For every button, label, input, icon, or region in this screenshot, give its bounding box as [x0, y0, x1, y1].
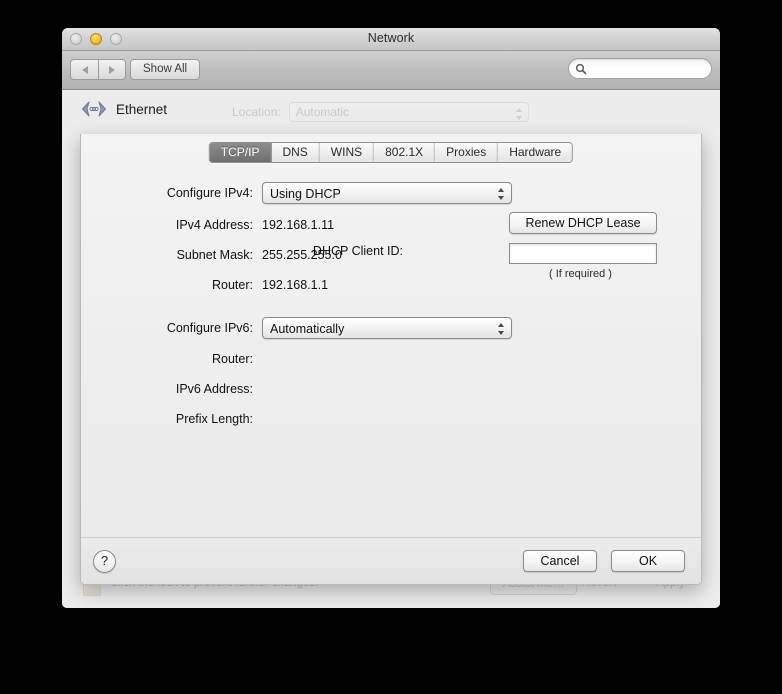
renew-dhcp-lease-button[interactable]: Renew DHCP Lease [509, 212, 657, 234]
forward-button[interactable] [98, 59, 126, 80]
router-row: Router: 192.168.1.1 [81, 278, 328, 292]
network-preferences-window: Network Show All Ethernet Location: Auto… [62, 28, 720, 608]
ipv4-address-row: IPv4 Address: 192.168.1.11 [81, 218, 334, 232]
dhcp-client-id-input[interactable] [510, 244, 656, 263]
preference-pane-content: Ethernet Location: Automatic Wi-Fi [62, 90, 720, 608]
chevron-updown-icon [515, 107, 523, 121]
back-button[interactable] [70, 59, 98, 80]
router-value: 192.168.1.1 [262, 278, 329, 292]
configure-ipv6-value: Automatically [270, 322, 345, 336]
sheet-body: TCP/IP DNS WINS 802.1X Proxies Hardware … [81, 134, 701, 538]
location-row: Location: Automatic [232, 102, 529, 122]
configure-ipv6-label: Configure IPv6: [166, 321, 253, 335]
ok-button[interactable]: OK [611, 550, 685, 572]
cancel-button[interactable]: Cancel [523, 550, 597, 572]
location-value: Automatic [295, 105, 350, 119]
chevron-updown-icon [498, 187, 505, 201]
ipv6-router-label: Router: [212, 352, 253, 366]
tcpip-settings-sheet: TCP/IP DNS WINS 802.1X Proxies Hardware … [80, 134, 702, 585]
router-label: Router: [212, 278, 253, 292]
service-identity: Ethernet [80, 100, 167, 118]
configure-ipv4-value: Using DHCP [270, 187, 341, 201]
ethernet-icon [82, 101, 106, 117]
ipv6-address-row: IPv6 Address: [81, 382, 262, 396]
forward-arrow-icon [109, 65, 115, 74]
tab-dns[interactable]: DNS [271, 143, 320, 162]
tab-hardware[interactable]: Hardware [498, 143, 573, 162]
tab-tcpip[interactable]: TCP/IP [209, 143, 272, 162]
ipv6-address-label: IPv6 Address: [175, 382, 253, 396]
show-all-button[interactable]: Show All [130, 59, 201, 80]
service-name-label: Ethernet [116, 101, 168, 117]
tab-proxies[interactable]: Proxies [435, 143, 499, 162]
dhcp-client-id-hint: ( If required ) [549, 268, 612, 280]
nav-segmented-control [70, 59, 126, 80]
chevron-updown-icon [498, 322, 505, 336]
configure-ipv4-label: Configure IPv4: [166, 186, 253, 200]
tab-8021x[interactable]: 802.1X [374, 143, 436, 162]
back-arrow-icon [81, 65, 88, 74]
configure-ipv4-field-row: Configure IPv4: Using DHCP [81, 182, 512, 204]
ipv6-router-row: Router: [81, 352, 262, 366]
prefix-length-label: Prefix Length: [175, 412, 253, 426]
window-title: Network [367, 31, 415, 45]
configure-ipv6-field-row: Configure IPv6: Automatically [81, 317, 512, 339]
configure-ipv4-popup-button[interactable]: Using DHCP [262, 182, 512, 204]
tab-wins[interactable]: WINS [319, 143, 375, 162]
prefix-length-row: Prefix Length: [81, 412, 262, 426]
sheet-help-button[interactable]: ? [93, 550, 116, 573]
dhcp-client-id-label: DHCP Client ID: [312, 244, 403, 258]
dhcp-client-id-field[interactable] [509, 243, 657, 264]
dhcp-client-id-row: DHCP Client ID: [281, 244, 412, 258]
desktop-background: Network Show All Ethernet Location: Auto… [0, 0, 782, 694]
pane-header: Ethernet Location: Automatic [62, 90, 720, 134]
search-input[interactable] [591, 59, 703, 80]
ipv4-address-value: 192.168.1.11 [262, 218, 335, 232]
tcpip-form: Configure IPv4: Using DHCP IPv4 Address: [81, 174, 701, 492]
subnet-mask-label: Subnet Mask: [176, 248, 253, 262]
sheet-tab-bar: TCP/IP DNS WINS 802.1X Proxies Hardware [208, 142, 574, 163]
search-icon [575, 63, 587, 75]
window-toolbar: Show All [62, 51, 720, 90]
location-label: Location: [232, 105, 281, 119]
sheet-button-bar: ? Cancel OK [81, 537, 701, 584]
configure-ipv6-popup-button[interactable]: Automatically [262, 317, 512, 339]
search-field[interactable] [568, 58, 712, 80]
ipv4-address-label: IPv4 Address: [175, 218, 253, 232]
window-titlebar[interactable]: Network [62, 28, 720, 51]
location-popup-button[interactable]: Automatic [288, 102, 529, 122]
